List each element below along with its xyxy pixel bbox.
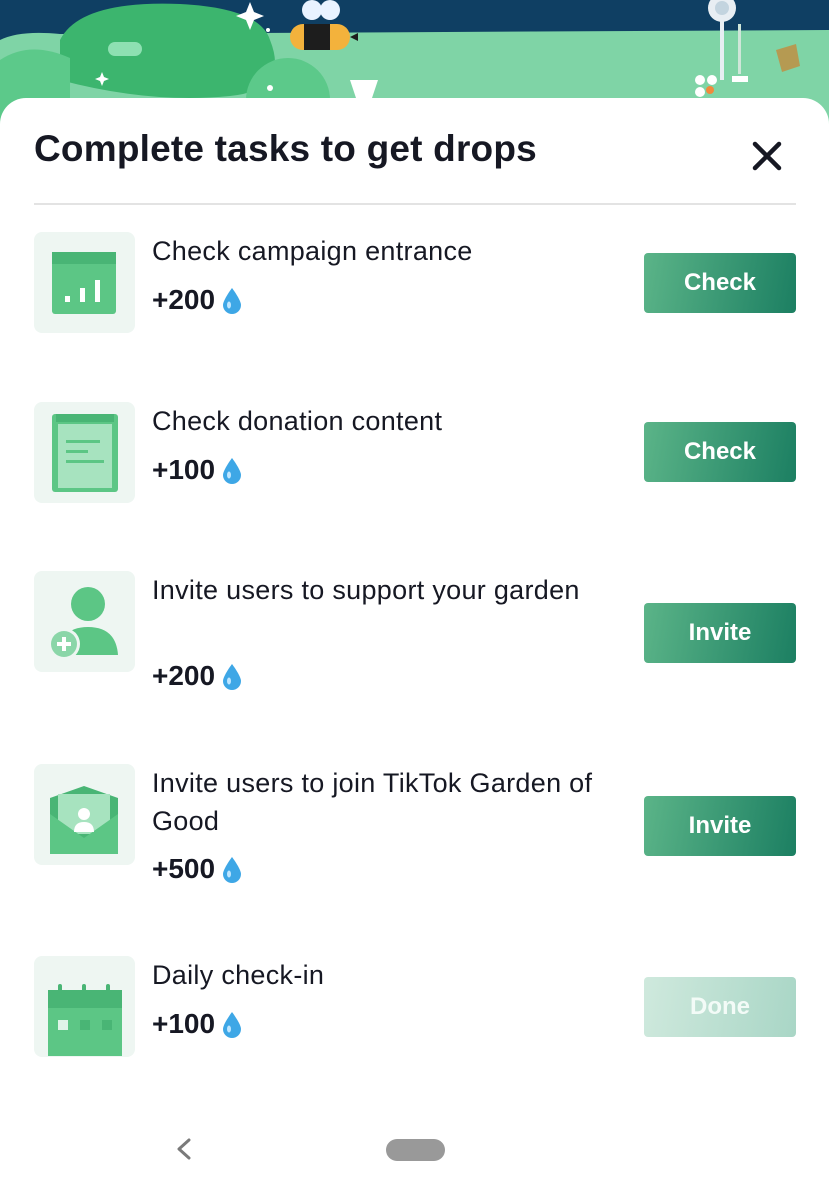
divider <box>34 203 796 205</box>
task-icon-tile <box>34 402 135 503</box>
home-pill-icon[interactable] <box>386 1139 445 1161</box>
task-reward: +100 <box>152 452 243 488</box>
back-chevron-icon <box>177 1138 191 1160</box>
task-icon-tile <box>34 232 135 333</box>
reward-points: +100 <box>152 1008 216 1039</box>
water-drop-icon <box>223 1012 242 1038</box>
bar-chart-icon <box>52 252 116 314</box>
task-reward: +500 <box>152 851 243 887</box>
task-reward: +200 <box>152 658 243 694</box>
close-icon <box>752 141 782 171</box>
water-drop-icon <box>223 664 242 690</box>
water-drop-icon <box>223 288 242 314</box>
add-user-icon <box>48 587 118 660</box>
back-button[interactable] <box>172 1132 196 1166</box>
task-icon-tile <box>34 956 135 1057</box>
reward-points: +200 <box>152 284 216 315</box>
done-button[interactable]: Done <box>644 977 796 1037</box>
invite-button[interactable]: Invite <box>644 796 796 856</box>
task-title: Check campaign entrance <box>152 236 473 266</box>
task-title: Check donation content <box>152 406 443 436</box>
clipboard-icon <box>52 414 118 492</box>
water-drop-icon <box>223 857 242 883</box>
sheet-title: Complete tasks to get drops <box>34 128 537 169</box>
task-title: Invite users to support your garden <box>152 575 580 605</box>
task-reward: +100 <box>152 1006 243 1042</box>
invite-button[interactable]: Invite <box>644 603 796 663</box>
calendar-icon <box>48 984 122 1056</box>
task-title: Invite users to join TikTok Garden of Go… <box>152 768 593 836</box>
reward-points: +100 <box>152 454 216 485</box>
task-reward: +200 <box>152 282 243 318</box>
check-button[interactable]: Check <box>644 422 796 482</box>
system-nav-bar <box>0 1120 829 1200</box>
task-icon-tile <box>34 764 135 865</box>
close-button[interactable] <box>745 134 789 178</box>
task-title: Daily check-in <box>152 960 325 990</box>
check-button[interactable]: Check <box>644 253 796 313</box>
water-drop-icon <box>223 458 242 484</box>
task-icon-tile <box>34 571 135 672</box>
invite-envelope-icon <box>50 786 118 854</box>
reward-points: +500 <box>152 853 216 884</box>
reward-points: +200 <box>152 660 216 691</box>
